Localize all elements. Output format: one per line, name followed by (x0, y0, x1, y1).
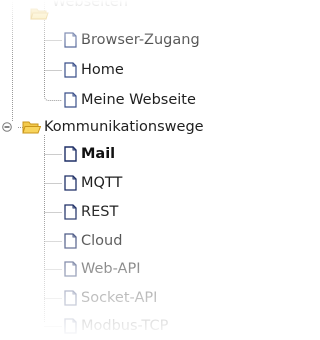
tree-item-rest[interactable]: REST (64, 201, 118, 223)
tree-item-cloud[interactable]: Cloud (64, 230, 122, 252)
document-icon (64, 92, 77, 108)
tree-node-webseiten[interactable]: Webseiten (30, 0, 128, 24)
tree-item-web-api[interactable]: Web-API (64, 258, 140, 280)
tree-item-label: Mail (81, 146, 116, 162)
tree-item-mail[interactable]: Mail (64, 143, 115, 165)
tree-view: Webseiten Browser-Zugang Home Meine Webs… (0, 0, 289, 340)
document-icon (64, 204, 77, 220)
tree-node-kommunikationswege[interactable]: Kommunikationswege (22, 116, 204, 138)
tree-item-label: Socket-API (81, 290, 158, 306)
tree-item-socket-api[interactable]: Socket-API (64, 287, 157, 309)
tree-node-label: Webseiten (52, 0, 128, 10)
tree-item-mqtt[interactable]: MQTT (64, 172, 122, 194)
tree-item-browser-zugang[interactable]: Browser-Zugang (64, 29, 200, 51)
collapse-expander-icon[interactable] (2, 122, 12, 132)
tree-item-label: Web-API (81, 261, 141, 277)
document-icon (64, 233, 77, 249)
open-folder-icon (22, 121, 41, 133)
open-folder-icon (30, 8, 49, 19)
document-icon (64, 175, 77, 191)
document-icon (64, 32, 77, 48)
tree-item-label: Cloud (81, 233, 123, 249)
tree-item-label: MQTT (81, 175, 123, 191)
tree-item-meine-webseite[interactable]: Meine Webseite (64, 89, 196, 111)
document-icon (64, 62, 77, 78)
tree-item-label: Meine Webseite (81, 92, 196, 108)
document-icon (64, 290, 77, 306)
document-icon (64, 318, 77, 334)
tree-item-home[interactable]: Home (64, 59, 124, 81)
tree-item-label: Browser-Zugang (81, 32, 200, 48)
tree-item-modbus-tcp[interactable]: Modbus-TCP (64, 315, 168, 337)
tree-item-label: Home (81, 62, 124, 78)
tree-item-label: REST (81, 204, 119, 220)
tree-node-label: Kommunikationswege (44, 119, 204, 135)
tree-item-label: Modbus-TCP (81, 318, 169, 334)
document-icon (64, 261, 77, 277)
document-icon (64, 146, 77, 162)
